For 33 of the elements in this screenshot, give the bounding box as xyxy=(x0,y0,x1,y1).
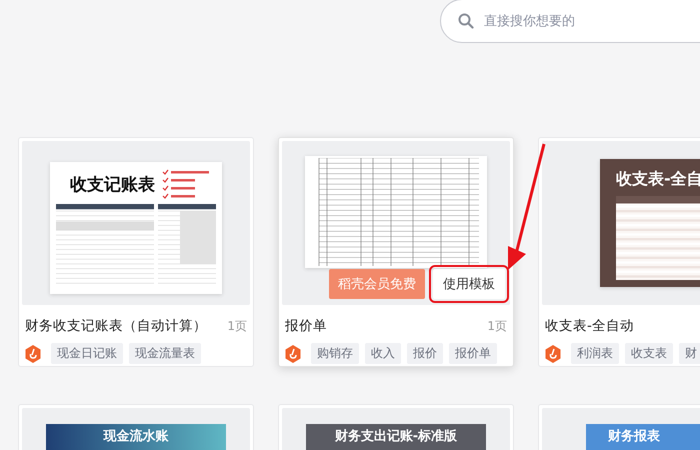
hexagon-logo-icon xyxy=(545,344,561,362)
hexagon-logo-icon xyxy=(285,344,301,362)
preview-title: 财务支出记账-标准版 xyxy=(334,428,458,446)
template-title[interactable]: 收支表-全自动 xyxy=(545,317,634,335)
tag-chip[interactable]: 报价单 xyxy=(449,343,497,364)
template-card[interactable]: 收支记账表 财务收支记账表（自动计算） 1页 现金日记账 现金流量表 xyxy=(18,137,254,367)
template-card[interactable]: 稻壳会员免费 使用模板 报价单 1页 购销存 收入 报价 报价单 xyxy=(278,137,514,367)
template-card[interactable]: 财务报表 xyxy=(538,404,700,450)
template-card[interactable]: 现金流水账 xyxy=(18,404,254,450)
preview-title: 财务报表 xyxy=(608,428,660,446)
use-template-button[interactable]: 使用模板 xyxy=(433,269,505,299)
tag-chip[interactable]: 收支表 xyxy=(625,343,673,364)
tag-chip[interactable]: 购销存 xyxy=(311,343,359,364)
member-free-button[interactable]: 稻壳会员免费 xyxy=(329,269,425,299)
tag-chip[interactable]: 现金流量表 xyxy=(129,343,201,364)
template-title[interactable]: 财务收支记账表（自动计算） xyxy=(25,317,207,335)
tag-chip[interactable]: 利润表 xyxy=(571,343,619,364)
search-icon xyxy=(458,13,474,29)
page-count: 1页 xyxy=(227,318,247,334)
page-count: 1页 xyxy=(487,318,507,334)
tag-chip[interactable]: 财 xyxy=(679,343,700,364)
preview-title: 收支表-全自 xyxy=(616,169,700,190)
search-field[interactable]: 直接搜你想要的 xyxy=(440,0,700,43)
tag-chip[interactable]: 报价 xyxy=(407,343,443,364)
template-card[interactable]: 财务支出记账-标准版 xyxy=(278,404,514,450)
hexagon-logo-icon xyxy=(25,344,41,362)
checklist-icon xyxy=(162,168,212,200)
preview-title: 现金流水账 xyxy=(104,428,168,446)
template-title[interactable]: 报价单 xyxy=(285,317,327,335)
tag-chip[interactable]: 现金日记账 xyxy=(51,343,123,364)
tag-chip[interactable]: 收入 xyxy=(365,343,401,364)
preview-title: 收支记账表 xyxy=(70,174,155,196)
template-card[interactable]: 收支表-全自 收支表-全自动 利润表 收支表 财 xyxy=(538,137,700,367)
